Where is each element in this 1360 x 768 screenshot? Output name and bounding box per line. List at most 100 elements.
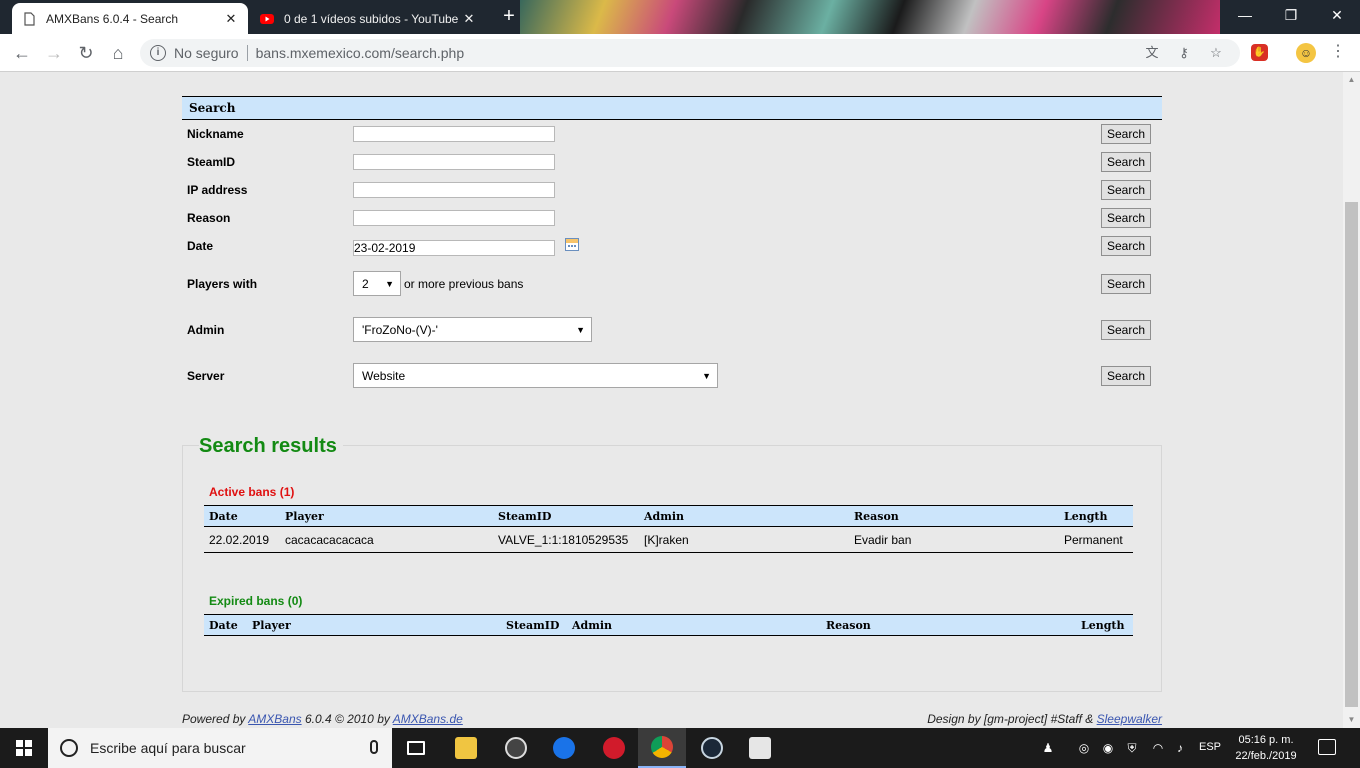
menu-icon[interactable]: ⋮ [1330,42,1346,62]
search-nickname-button[interactable]: Search [1101,124,1151,144]
start-button[interactable] [0,728,48,768]
footer-powered-by: Powered by AMXBans 6.0.4 © 2010 by AMXBa… [182,712,463,726]
youtube-icon [260,13,274,24]
scrollbar[interactable]: ▲ ▼ [1343,72,1360,728]
server-select[interactable]: Website ▼ [353,363,718,388]
footer-text: Powered by [182,712,249,726]
tab-strip: AMXBans 6.0.4 - Search ✕ 0 de 1 vídeos s… [0,0,1360,34]
notification-icon[interactable] [1318,739,1336,755]
previous-bans-value: 2 [362,276,369,291]
col-reason: Reason [854,510,899,523]
maximize-button[interactable]: ❐ [1268,0,1314,30]
scroll-down-icon[interactable]: ▼ [1343,712,1360,728]
active-bans-header: Date Player SteamID Admin Reason Length [204,505,1133,527]
cell-date: 22.02.2019 [209,533,270,547]
expired-bans-title: Expired bans (0) [209,594,303,608]
players-with-label: Players with [187,277,258,291]
divider [246,45,248,61]
steamid-input[interactable] [353,154,555,170]
forward-icon[interactable]: → [42,41,66,65]
steam-icon[interactable] [688,728,736,768]
footer-design-by: Design by [gm-project] #Staff & Sleepwal… [927,712,1162,726]
search-section-header: Search [182,96,1162,120]
taskbar: Escribe aquí para buscar ♟ ◎ ◉ ⛨ ◠ ♪ ESP… [0,728,1360,768]
page-viewport: Search Nickname Search SteamID Search IP… [0,72,1343,728]
clock-date: 22/feb./2019 [1235,750,1297,762]
close-tab-icon[interactable]: ✕ [224,11,238,27]
profile-avatar-icon[interactable]: ☺ [1296,43,1316,63]
edge-icon[interactable] [540,728,588,768]
address-bar[interactable]: i No seguro bans.mxemexico.com/search.ph… [140,39,1240,67]
close-tab-icon[interactable]: ✕ [462,11,476,27]
search-admin-button[interactable]: Search [1101,320,1151,340]
info-icon[interactable]: i [150,45,166,61]
sleepwalker-link[interactable]: Sleepwalker [1097,712,1162,726]
volume-icon[interactable]: ♪ [1172,740,1188,756]
cell-admin: [K]raken [644,533,689,547]
previous-bans-suffix: or more previous bans [404,277,524,291]
previous-bans-select[interactable]: 2 ▼ [353,271,401,296]
microphone-icon[interactable] [370,740,378,754]
expired-bans-header: Date Player SteamID Admin Reason Length [204,614,1133,636]
task-view-icon[interactable] [392,728,440,768]
language-indicator[interactable]: ESP [1199,741,1221,753]
col-player: Player [252,619,291,632]
col-date: Date [209,510,238,523]
obs-icon[interactable] [492,728,540,768]
scroll-thumb[interactable] [1345,202,1358,707]
search-ip-button[interactable]: Search [1101,180,1151,200]
col-length: Length [1064,510,1108,523]
scroll-up-icon[interactable]: ▲ [1343,72,1360,88]
col-admin: Admin [572,619,613,632]
date-input[interactable] [353,240,555,256]
people-icon[interactable]: ♟ [1040,740,1056,756]
key-icon[interactable]: ⚷ [1176,45,1192,61]
chevron-down-icon: ▼ [385,278,394,289]
admin-label: Admin [187,323,225,337]
admin-select[interactable]: 'FroZoNo-(V)-' ▼ [353,317,592,342]
defender-icon[interactable]: ⛨ [1124,740,1140,756]
back-icon[interactable]: ← [10,41,34,65]
table-row[interactable]: 22.02.2019 cacacacacacaca VALVE_1:1:1810… [204,527,1133,553]
reload-icon[interactable]: ↻ [74,41,98,65]
col-player: Player [285,510,324,523]
amxbans-de-link[interactable]: AMXBans.de [393,712,463,726]
chrome-icon[interactable] [638,728,686,768]
tab-youtube[interactable]: 0 de 1 vídeos subidos - YouTube ✕ [250,3,486,34]
security-label: No seguro [174,45,239,61]
taskbar-search-placeholder: Escribe aquí para buscar [90,740,246,756]
taskbar-search-box[interactable]: Escribe aquí para buscar [48,728,392,768]
search-players-button[interactable]: Search [1101,274,1151,294]
wifi-icon[interactable]: ◠ [1150,740,1166,756]
steam-tray-icon[interactable]: ◉ [1100,740,1116,756]
new-tab-button[interactable]: + [498,6,520,28]
obs-tray-icon[interactable]: ◎ [1076,740,1092,756]
clock[interactable]: 05:16 p. m. 22/feb./2019 [1228,732,1304,764]
cortana-icon [60,739,78,757]
bookmark-star-icon[interactable]: ☆ [1208,45,1224,61]
tab-amxbans-search[interactable]: AMXBans 6.0.4 - Search ✕ [12,3,248,34]
nickname-label: Nickname [187,127,244,141]
browser-toolbar: ← → ↻ ⌂ i No seguro bans.mxemexico.com/s… [0,34,1360,72]
counter-strike-icon[interactable] [736,728,784,768]
nickname-input[interactable] [353,126,555,142]
reason-input[interactable] [353,210,555,226]
minimize-button[interactable]: — [1222,0,1268,30]
home-icon[interactable]: ⌂ [106,41,130,65]
red-app-icon[interactable] [590,728,638,768]
translate-icon[interactable]: 文 [1144,45,1160,61]
amxbans-link[interactable]: AMXBans [248,712,301,726]
page-icon [24,11,35,26]
search-reason-button[interactable]: Search [1101,208,1151,228]
chevron-down-icon: ▼ [702,370,711,381]
search-server-button[interactable]: Search [1101,366,1151,386]
file-explorer-icon[interactable] [442,728,490,768]
search-date-button[interactable]: Search [1101,236,1151,256]
ip-address-input[interactable] [353,182,555,198]
adblock-extension-icon[interactable]: ✋ [1251,44,1268,61]
close-window-button[interactable]: ✕ [1314,0,1360,30]
ip-address-label: IP address [187,183,248,197]
url-text[interactable]: bans.mxemexico.com/search.php [256,45,465,61]
calendar-icon[interactable] [565,238,579,251]
search-steamid-button[interactable]: Search [1101,152,1151,172]
